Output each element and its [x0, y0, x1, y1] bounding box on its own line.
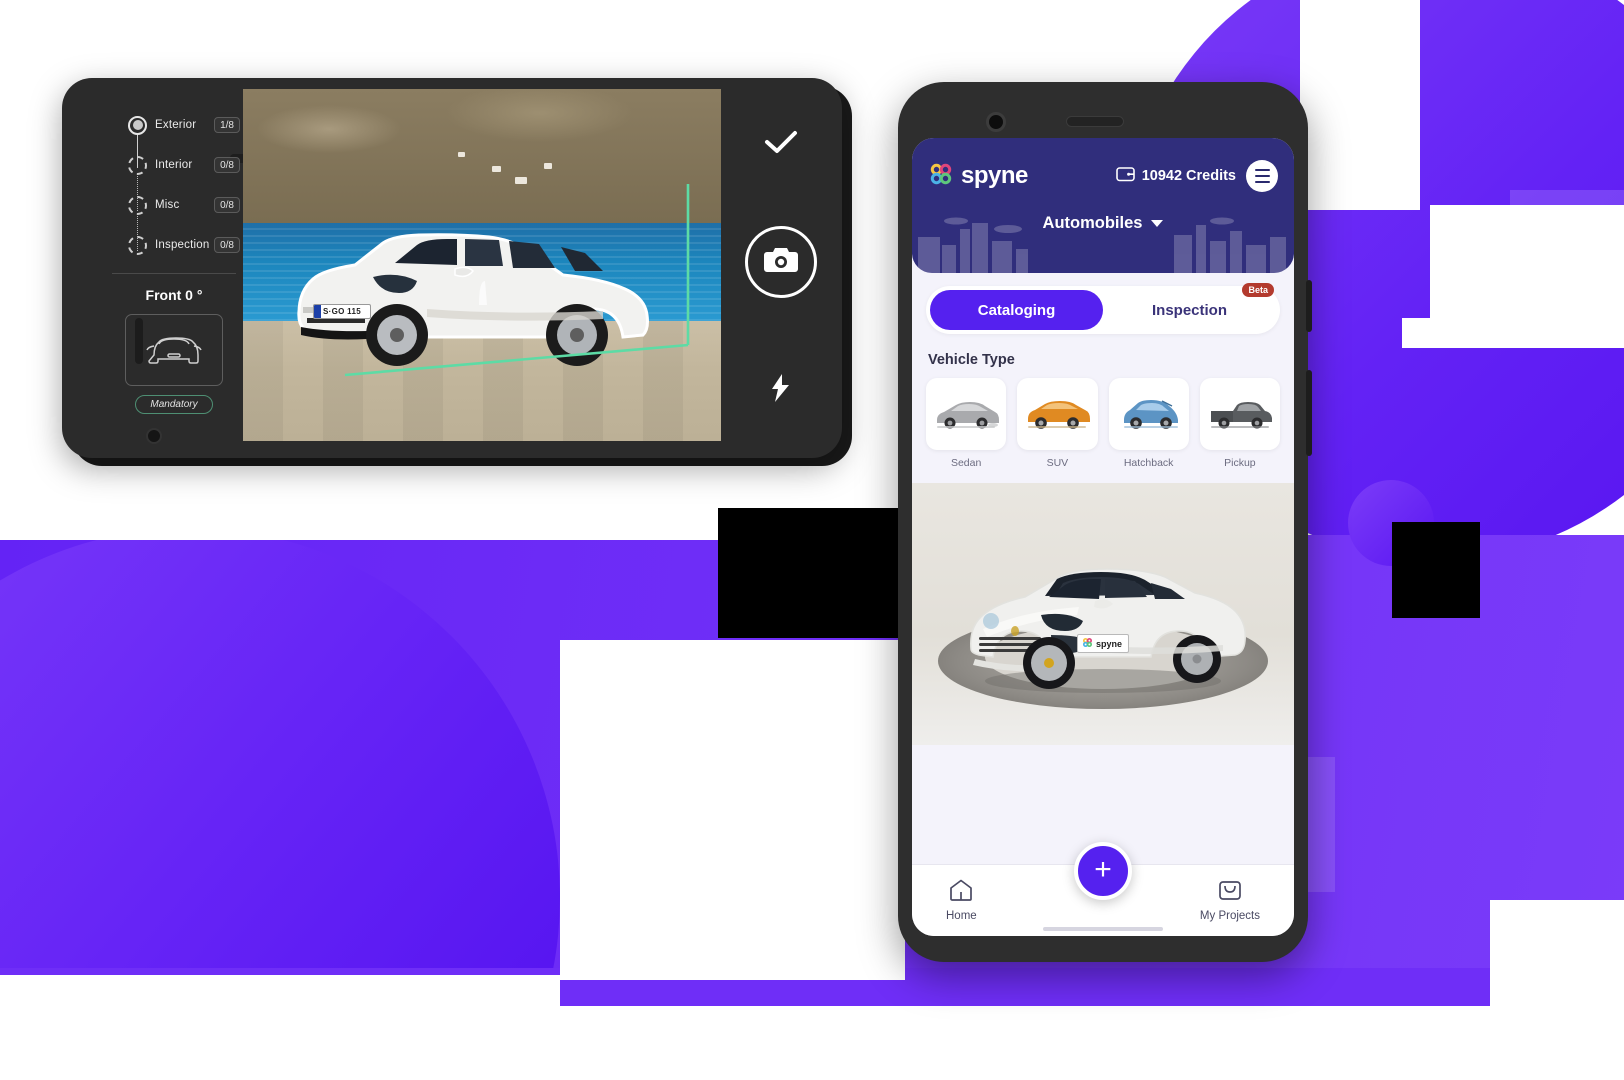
- vehicle-type-card[interactable]: [926, 378, 1007, 450]
- vehicle-type-option-suv[interactable]: SUV: [1017, 378, 1098, 469]
- pickup-icon: [1210, 402, 1272, 429]
- brand-name: spyne: [961, 162, 1028, 189]
- step-dot-icon: [128, 235, 147, 255]
- hatchback-icon: [1123, 400, 1178, 429]
- vehicle-type-card[interactable]: [1017, 378, 1098, 450]
- flash-icon[interactable]: [771, 374, 791, 407]
- plus-icon: +: [1094, 852, 1112, 886]
- vehicle-type-label: Pickup: [1224, 457, 1256, 469]
- decor-black-block: [718, 508, 904, 638]
- alignment-guide-overlay: [344, 184, 690, 377]
- phone-power-button[interactable]: [1306, 370, 1312, 456]
- app-body: Cataloging Inspection Beta Vehicle Type: [912, 283, 1294, 469]
- tab-inspection[interactable]: Inspection Beta: [1103, 283, 1276, 330]
- decor-mask-e: [1402, 318, 1624, 348]
- chevron-down-icon: [1151, 220, 1164, 227]
- tab-inspection-label: Inspection: [1151, 301, 1227, 319]
- step-label: Inspection: [155, 239, 210, 251]
- rail-divider: [112, 273, 236, 274]
- step-count: 0/8: [214, 157, 240, 173]
- vehicle-type-card[interactable]: [1108, 378, 1189, 450]
- vehicle-type-option-hatchback[interactable]: Hatchback: [1108, 378, 1189, 469]
- step-dot-active-icon: [128, 115, 147, 135]
- decor-mask-f: [1430, 205, 1624, 320]
- phone-screen: spyne 10942 Credits Automobiles Catalogi…: [912, 138, 1294, 936]
- decor-mask-h: [1490, 900, 1624, 1080]
- phone-device: spyne 10942 Credits Automobiles Catalogi…: [898, 82, 1312, 962]
- mandatory-badge: Mandatory: [135, 395, 213, 414]
- hamburger-menu-icon[interactable]: [1246, 160, 1278, 192]
- brand-logo: spyne: [928, 161, 1028, 192]
- decor-black-block-2: [1392, 522, 1480, 618]
- wallet-icon: [1115, 166, 1135, 186]
- beta-badge: Beta: [1242, 283, 1274, 297]
- capture-angle-label: Front 0 °: [145, 287, 203, 303]
- step-dot-icon: [128, 195, 147, 215]
- phone-earpiece: [1066, 116, 1124, 127]
- hero-vehicle-preview[interactable]: spyne: [912, 483, 1294, 745]
- step-count: 0/8: [214, 197, 240, 213]
- phone-volume-button[interactable]: [1306, 280, 1312, 332]
- spyne-logo-icon: [928, 161, 954, 192]
- nav-item-home[interactable]: Home: [946, 879, 977, 922]
- projects-bag-icon: [1218, 879, 1242, 906]
- nav-item-my-projects[interactable]: My Projects: [1200, 879, 1260, 922]
- check-icon[interactable]: [764, 129, 798, 160]
- step-label: Exterior: [155, 119, 197, 131]
- vehicle-type-label: Hatchback: [1123, 457, 1174, 469]
- vehicle-type-option-sedan[interactable]: Sedan: [926, 378, 1007, 469]
- add-project-fab[interactable]: +: [1074, 842, 1132, 900]
- step-dot-icon: [128, 155, 147, 175]
- camera-viewfinder: S·GO 115: [243, 89, 721, 441]
- license-plate: S·GO 115: [313, 304, 371, 319]
- screenshot-stage: Exterior 1/8 Interior 0/8 Misc 0/8 Inspe…: [0, 0, 1624, 1080]
- hero-car-image: [970, 568, 1247, 693]
- mode-tabs: Cataloging Inspection Beta: [926, 283, 1280, 334]
- step-count: 0/8: [214, 237, 240, 253]
- camera-controls: [722, 89, 840, 441]
- sedan-icon: [937, 402, 1000, 429]
- step-count: 1/8: [214, 117, 240, 133]
- spyne-mini-logo-icon: [1082, 637, 1093, 650]
- credits-display[interactable]: 10942 Credits: [1115, 166, 1236, 186]
- decor-mask-c: [560, 640, 905, 980]
- vehicle-type-option-pickup[interactable]: Pickup: [1199, 378, 1280, 469]
- hero-plate-text: spyne: [1095, 638, 1123, 649]
- content-spacer: [912, 745, 1294, 817]
- tab-cataloging-label: Cataloging: [977, 301, 1056, 319]
- hero-license-plate: spyne: [1076, 634, 1130, 653]
- capture-step-rail: Exterior 1/8 Interior 0/8 Misc 0/8 Inspe…: [108, 105, 240, 435]
- step-item-misc[interactable]: Misc 0/8: [108, 185, 240, 225]
- camera-icon: [764, 246, 798, 279]
- vehicle-type-label: Sedan: [950, 457, 982, 469]
- vehicle-type-label: SUV: [1046, 457, 1069, 469]
- nav-item-home-label: Home: [946, 910, 977, 922]
- step-label: Misc: [155, 199, 180, 211]
- vehicle-type-card[interactable]: [1199, 378, 1280, 450]
- vehicle-type-grid: Sedan SUV Hatchback Pickup: [926, 378, 1280, 469]
- decor-mask-a: [845, 110, 905, 440]
- step-item-exterior[interactable]: Exterior 1/8: [108, 105, 240, 145]
- step-label: Interior: [155, 159, 193, 171]
- car-front-outline-icon: [142, 327, 206, 374]
- credits-label: 10942 Credits: [1141, 168, 1236, 184]
- angle-preview-box[interactable]: [125, 314, 223, 386]
- shutter-button[interactable]: [745, 226, 817, 298]
- decor-mask-g: [0, 975, 560, 1080]
- suv-icon: [1028, 401, 1091, 429]
- decor-mask-d: [1300, 0, 1420, 210]
- phone-front-camera-icon: [986, 112, 1006, 132]
- tab-cataloging[interactable]: Cataloging: [930, 290, 1103, 330]
- app-header: spyne 10942 Credits Automobiles: [912, 138, 1294, 273]
- vertical-selector-label: Automobiles: [1042, 214, 1143, 232]
- vertical-selector[interactable]: Automobiles: [912, 214, 1294, 233]
- home-icon: [949, 879, 973, 906]
- step-item-inspection[interactable]: Inspection 0/8: [108, 225, 240, 265]
- gesture-bar: [1043, 927, 1163, 931]
- nav-item-projects-label: My Projects: [1199, 910, 1260, 922]
- vehicle-type-title: Vehicle Type: [928, 352, 1015, 368]
- step-item-interior[interactable]: Interior 0/8: [108, 145, 240, 185]
